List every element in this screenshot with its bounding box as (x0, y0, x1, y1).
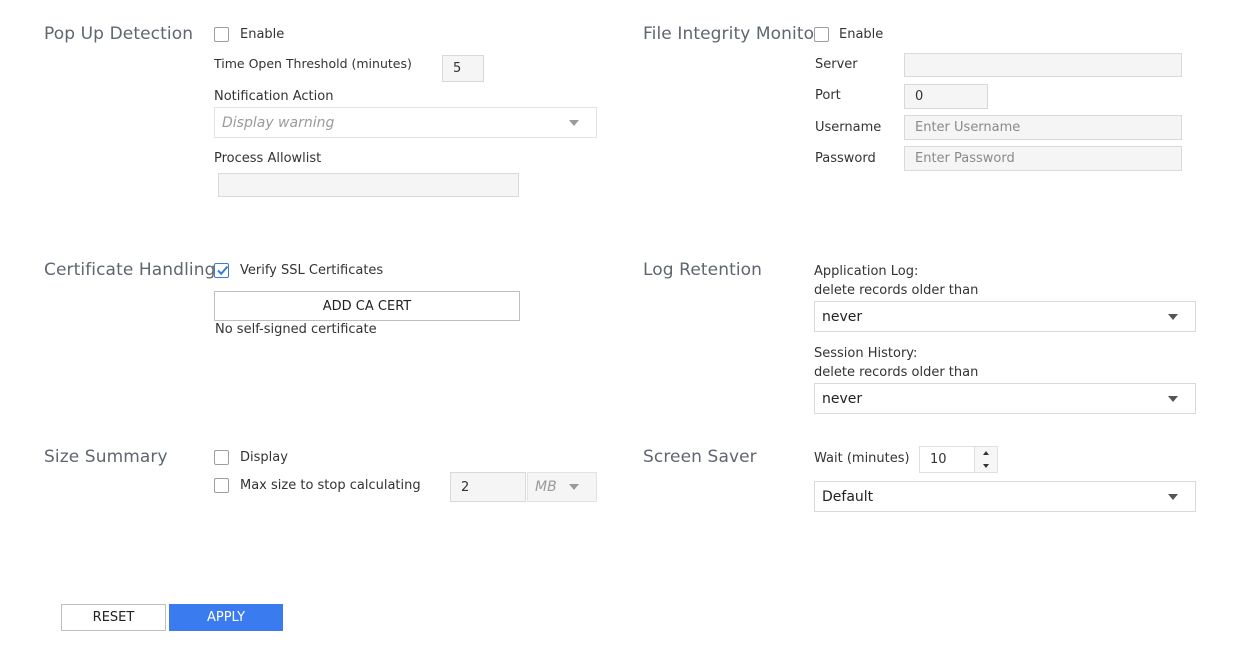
reset-button[interactable]: RESET (61, 604, 166, 631)
max-size-checkbox[interactable] (214, 478, 229, 493)
size-display-checkbox[interactable] (214, 450, 229, 465)
username-label: Username (815, 120, 882, 135)
chevron-down-icon (1168, 396, 1178, 402)
port-input[interactable]: 0 (904, 84, 988, 109)
popup-section-title: Pop Up Detection (44, 24, 194, 44)
fim-enable-label: Enable (839, 27, 884, 42)
chevron-down-icon (1168, 494, 1178, 500)
max-size-label: Max size to stop calculating (240, 478, 421, 493)
stepper-down-icon[interactable] (983, 464, 989, 468)
screen-saver-select[interactable]: Default (814, 481, 1196, 512)
size-unit-select[interactable]: MB (527, 472, 597, 502)
chevron-down-icon (569, 120, 579, 126)
app-log-retention-value: never (822, 308, 863, 325)
fim-enable-checkbox[interactable] (814, 27, 829, 42)
cert-section-title: Certificate Handling (44, 260, 216, 280)
max-size-input[interactable]: 2 (450, 472, 526, 502)
wait-minutes-input[interactable]: 10 (919, 446, 998, 473)
session-history-retention-value: never (822, 390, 863, 407)
saver-section-title: Screen Saver (643, 447, 757, 467)
apply-button[interactable]: APPLY (169, 604, 283, 631)
server-input[interactable] (904, 53, 1182, 77)
chevron-down-icon (1168, 314, 1178, 320)
app-log-sublabel: delete records older than (814, 283, 979, 298)
threshold-label: Time Open Threshold (minutes) (214, 56, 412, 71)
popup-enable-label: Enable (240, 27, 285, 42)
session-history-retention-select[interactable]: never (814, 383, 1196, 414)
popup-enable-checkbox[interactable] (214, 27, 229, 42)
stepper-up-icon[interactable] (983, 451, 989, 455)
notification-action-value: Display warning (222, 114, 335, 131)
session-history-sublabel: delete records older than (814, 365, 979, 380)
process-allowlist-label: Process Allowlist (214, 151, 322, 166)
log-section-title: Log Retention (643, 260, 763, 280)
process-allowlist-input[interactable] (218, 173, 519, 197)
cert-status-text: No self-signed certificate (215, 322, 377, 337)
wait-minutes-label: Wait (minutes) (814, 451, 910, 466)
wait-minutes-value: 10 (930, 452, 947, 467)
size-display-label: Display (240, 450, 288, 465)
size-section-title: Size Summary (44, 447, 168, 467)
port-label: Port (815, 88, 841, 103)
notification-action-select[interactable]: Display warning (214, 107, 597, 138)
fim-section-title: File Integrity Monitor (643, 24, 822, 44)
server-label: Server (815, 57, 858, 72)
app-log-retention-select[interactable]: never (814, 301, 1196, 332)
wait-minutes-stepper[interactable] (974, 447, 997, 472)
notification-action-label: Notification Action (214, 89, 334, 104)
screen-saver-value: Default (822, 488, 874, 505)
chevron-down-icon (569, 484, 579, 490)
username-input[interactable]: Enter Username (904, 115, 1182, 140)
size-unit-value: MB (535, 479, 557, 495)
app-log-label: Application Log: (814, 264, 919, 279)
add-ca-cert-button[interactable]: ADD CA CERT (214, 291, 520, 321)
checkmark-icon (217, 265, 229, 276)
threshold-input[interactable]: 5 (442, 55, 484, 82)
session-history-label: Session History: (814, 346, 918, 361)
password-label: Password (815, 151, 876, 166)
verify-ssl-label: Verify SSL Certificates (240, 263, 384, 278)
verify-ssl-checkbox[interactable] (214, 263, 229, 278)
password-input[interactable]: Enter Password (904, 146, 1182, 171)
